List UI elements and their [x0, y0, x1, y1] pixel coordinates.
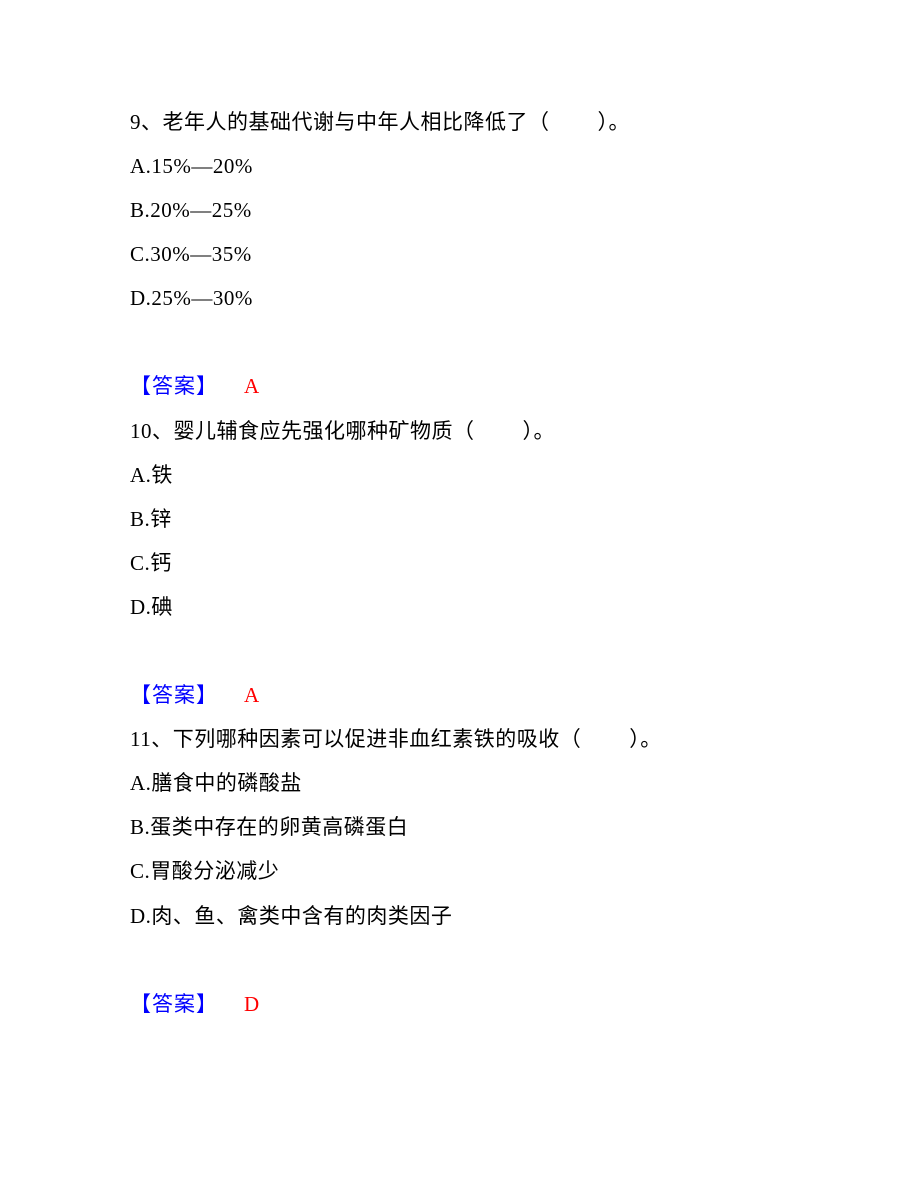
answer-row: 【答案】 D	[130, 982, 790, 1026]
question-stem: 9、老年人的基础代谢与中年人相比降低了（ ）。	[130, 100, 790, 144]
answer-value: A	[244, 673, 260, 717]
question-text-before: 下列哪种因素可以促进非血红素铁的吸收（	[173, 727, 582, 751]
question-stem: 11、下列哪种因素可以促进非血红素铁的吸收（ ）。	[130, 717, 790, 761]
question-text-before: 老年人的基础代谢与中年人相比降低了（	[163, 110, 550, 134]
question-number: 10、	[130, 419, 174, 443]
answer-value: A	[244, 364, 260, 408]
question-number: 11、	[130, 727, 173, 751]
answer-value: D	[244, 982, 260, 1026]
exam-page: 9、老年人的基础代谢与中年人相比降低了（ ）。 A.15%—20% B.20%—2…	[0, 0, 920, 1086]
option-b: B.蛋类中存在的卵黄高磷蛋白	[130, 805, 790, 849]
option-c: C.钙	[130, 541, 790, 585]
option-d: D.25%—30%	[130, 276, 790, 320]
option-b: B.20%—25%	[130, 188, 790, 232]
question-text-after: ）。	[629, 727, 662, 751]
answer-label: 【答案】	[130, 683, 218, 707]
answer-label: 【答案】	[130, 992, 218, 1016]
option-c: C.胃酸分泌减少	[130, 849, 790, 893]
option-a: A.铁	[130, 453, 790, 497]
option-a: A.膳食中的磷酸盐	[130, 761, 790, 805]
question-stem: 10、婴儿辅食应先强化哪种矿物质（ ）。	[130, 409, 790, 453]
question-text-after: ）。	[598, 110, 631, 134]
answer-row: 【答案】 A	[130, 673, 790, 717]
question-text-before: 婴儿辅食应先强化哪种矿物质（	[174, 419, 475, 443]
answer-label: 【答案】	[130, 374, 218, 398]
option-d: D.碘	[130, 585, 790, 629]
option-b: B.锌	[130, 497, 790, 541]
answer-row: 【答案】 A	[130, 364, 790, 408]
question-number: 9、	[130, 110, 163, 134]
option-d: D.肉、鱼、禽类中含有的肉类因子	[130, 894, 790, 938]
option-a: A.15%—20%	[130, 144, 790, 188]
option-c: C.30%—35%	[130, 232, 790, 276]
question-text-after: ）。	[523, 419, 556, 443]
